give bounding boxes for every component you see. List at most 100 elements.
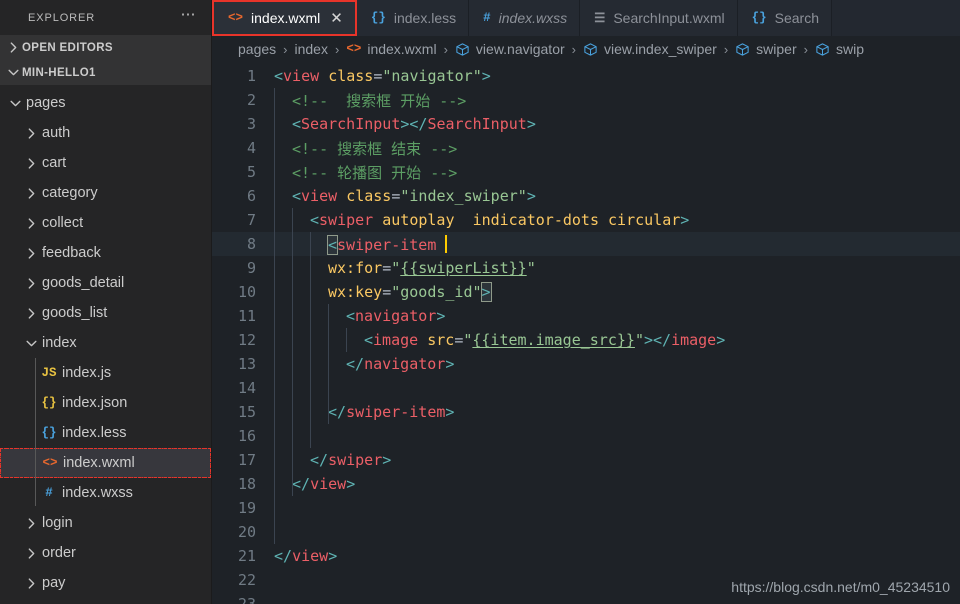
code-line[interactable]: 20 — [212, 520, 960, 544]
indent-guide — [310, 256, 311, 280]
code-line-text: <view class="navigator"> — [274, 67, 491, 85]
tree-item-label: goods_list — [42, 305, 108, 321]
code-line[interactable]: 14 — [212, 376, 960, 400]
code-editor[interactable]: 1 <view class="navigator"> 2 <!-- 搜索框 开始 --… — [212, 62, 960, 604]
tree-item-index-less[interactable]: {} index.less — [0, 418, 211, 448]
tree-item-index-json[interactable]: {} index.json — [0, 388, 211, 418]
code-line[interactable]: 3 <SearchInput></SearchInput> — [212, 112, 960, 136]
code-line-text: <!-- 搜索框 结束 --> — [274, 138, 960, 159]
explorer-sidebar: EXPLORER ⋯ OPEN EDITORS MIN-HELLO1 pages a… — [0, 0, 212, 604]
indent-guide — [328, 352, 329, 376]
file-type-icon: # — [45, 486, 53, 500]
code-line[interactable]: 12 <image src="{{item.image_src}}"></imag… — [212, 328, 960, 352]
tree-item-label: collect — [42, 215, 84, 231]
tab-index-wxml[interactable]: <> index.wxml ✕ — [212, 0, 357, 36]
tree-item-order[interactable]: order — [0, 538, 211, 568]
tree-item-auth[interactable]: auth — [0, 118, 211, 148]
code-line[interactable]: 9 wx:for="{{swiperList}}" — [212, 256, 960, 280]
tab-index-wxss[interactable]: # index.wxss — [469, 0, 581, 36]
code-line-text — [274, 379, 960, 397]
line-number: 3 — [246, 115, 256, 133]
indent-guide — [292, 280, 293, 304]
code-line[interactable]: 4 <!-- 搜索框 结束 --> — [212, 136, 960, 160]
code-line-text: <!-- 搜索框 开始 --> — [274, 90, 960, 111]
code-line[interactable]: 16 — [212, 424, 960, 448]
breadcrumb-item-view-navigator[interactable]: view.navigator — [455, 41, 565, 57]
tree-item-label: login — [42, 515, 73, 531]
code-line[interactable]: 21 </view> — [212, 544, 960, 568]
tree-item-goods-detail[interactable]: goods_detail — [0, 268, 211, 298]
indent-guide — [274, 136, 275, 160]
line-number: 14 — [237, 379, 256, 397]
breadcrumb-item-index[interactable]: index — [295, 41, 328, 57]
chevron-right-icon — [22, 157, 40, 170]
file-type-icon: JS — [41, 366, 57, 380]
tree-item-pay[interactable]: pay — [0, 568, 211, 598]
tab-label: index.less — [393, 10, 457, 26]
code-line[interactable]: 1 <view class="navigator"> — [212, 64, 960, 88]
code-comment: <!-- 轮播图 开始 --> — [292, 163, 458, 182]
code-line[interactable]: 22 — [212, 568, 960, 592]
code-line[interactable]: 18 </view> — [212, 472, 960, 496]
code-line[interactable]: 13 </navigator> — [212, 352, 960, 376]
indent-guide — [274, 160, 275, 184]
breadcrumb-item-swip[interactable]: swip — [815, 41, 864, 57]
tab-search[interactable]: {} Search — [737, 0, 832, 36]
vscode-window: EXPLORER ⋯ OPEN EDITORS MIN-HELLO1 pages a… — [0, 0, 960, 604]
code-line[interactable]: 7 <swiper autoplay indicator-dots circula… — [212, 208, 960, 232]
tree-item-category[interactable]: category — [0, 178, 211, 208]
code-line[interactable]: 8 <swiper-item — [212, 232, 960, 256]
editor-area: <> index.wxml ✕ {} index.less # index.wxss ☰ Sea… — [212, 0, 960, 604]
tree-item-index-wxml[interactable]: <> index.wxml — [0, 448, 211, 478]
breadcrumb-item-swiper[interactable]: swiper — [735, 41, 797, 57]
breadcrumb-item-view-index-swiper[interactable]: view.index_swiper — [583, 41, 717, 57]
indent-guide — [274, 112, 275, 136]
tree-item-index[interactable]: index — [0, 328, 211, 358]
tab-searchinput-wxml[interactable]: ☰ SearchInput.wxml — [580, 0, 738, 36]
tree-item-cart[interactable]: cart — [0, 148, 211, 178]
code-line[interactable]: 19 — [212, 496, 960, 520]
sidebar-section-open-editors[interactable]: OPEN EDITORS — [0, 35, 211, 60]
breadcrumb-label: pages — [238, 41, 277, 57]
code-line[interactable]: 23 — [212, 592, 960, 604]
chevron-right-icon — [22, 127, 40, 140]
code-line[interactable]: 5 <!-- 轮播图 开始 --> — [212, 160, 960, 184]
tab-index-less[interactable]: {} index.less — [356, 0, 470, 36]
code-line[interactable]: 6 <view class="index_swiper"> — [212, 184, 960, 208]
chevron-right-icon — [22, 247, 40, 260]
tab-file-icon: <> — [228, 11, 244, 25]
ellipsis-icon[interactable]: ⋯ — [181, 7, 198, 28]
tree-item-goods-list[interactable]: goods_list — [0, 298, 211, 328]
close-icon[interactable]: ✕ — [330, 11, 343, 26]
chevron-right-icon — [22, 307, 40, 320]
indent-guide — [274, 352, 275, 376]
code-line[interactable]: 2 <!-- 搜索框 开始 --> — [212, 88, 960, 112]
indent-guide — [292, 352, 293, 376]
breadcrumb-label: index — [294, 41, 328, 57]
sidebar-section-label: MIN-HELLO1 — [22, 66, 96, 79]
code-line[interactable]: 15 </swiper-item> — [212, 400, 960, 424]
line-number: 17 — [237, 451, 256, 469]
breadcrumb-separator: › — [443, 41, 448, 57]
sidebar-section-min-hello1[interactable]: MIN-HELLO1 — [0, 60, 211, 85]
breadcrumb-label: view.index_swiper — [603, 41, 717, 57]
tree-item-feedback[interactable]: feedback — [0, 238, 211, 268]
tab-file-icon: {} — [751, 11, 767, 25]
tree-item-label: index.wxss — [62, 485, 133, 501]
breadcrumb-item-index-wxml[interactable]: <> index.wxml — [346, 41, 436, 57]
tree-item-search[interactable]: search — [0, 598, 211, 604]
tree-item-index-wxss[interactable]: # index.wxss — [0, 478, 211, 508]
tree-item-index-js[interactable]: JS index.js — [0, 358, 211, 388]
explorer-header: EXPLORER ⋯ — [0, 0, 211, 35]
code-line[interactable]: 11 <navigator> — [212, 304, 960, 328]
tree-item-login[interactable]: login — [0, 508, 211, 538]
code-line[interactable]: 10 wx:key="goods_id"> — [212, 280, 960, 304]
breadcrumb-label: swiper — [756, 41, 797, 57]
tree-item-collect[interactable]: collect — [0, 208, 211, 238]
line-number: 2 — [246, 91, 256, 109]
file-tree: pages auth cart category collect feedback good… — [0, 85, 211, 604]
indent-guide — [310, 304, 311, 328]
breadcrumb-item-pages[interactable]: pages — [238, 41, 276, 57]
code-line[interactable]: 17 </swiper> — [212, 448, 960, 472]
tree-item-pages[interactable]: pages — [0, 88, 211, 118]
